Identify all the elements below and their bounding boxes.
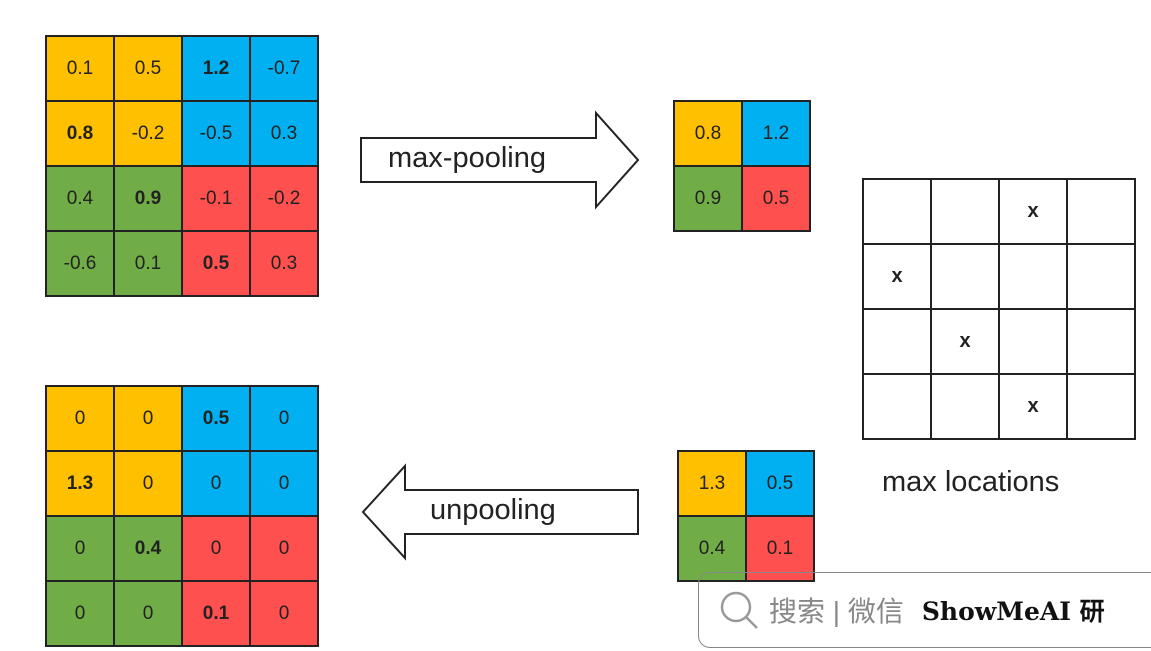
watermark: 搜索 | 微信 ShowMeAI 研 (698, 572, 1151, 648)
matrix-cell: -0.5 (182, 101, 250, 166)
input-matrix: 0.1 0.5 1.2 -0.7 0.8 -0.2 -0.5 0.3 0.4 0.9 -0.1 -0.… (45, 35, 319, 297)
watermark-brand: ShowMeAI 研 (921, 597, 1105, 626)
matrix-cell: x (931, 309, 999, 374)
matrix-cell: -0.1 (182, 166, 250, 231)
matrix-cell (931, 374, 999, 439)
matrix-cell: 0.1 (182, 581, 250, 646)
matrix-cell: x (999, 374, 1067, 439)
matrix-cell: 0.8 (674, 101, 742, 166)
matrix-cell (1067, 179, 1135, 244)
matrix-cell (863, 309, 931, 374)
matrix-cell: 0 (250, 581, 318, 646)
matrix-cell: 1.2 (742, 101, 810, 166)
matrix-cell (1067, 374, 1135, 439)
matrix-cell: 0.4 (114, 516, 182, 581)
matrix-cell: -0.2 (114, 101, 182, 166)
max-locations-label: max locations (882, 466, 1060, 498)
pooled-matrix: 0.8 1.2 0.9 0.5 (673, 100, 811, 232)
matrix-cell: 0 (46, 581, 114, 646)
matrix-cell: 0 (46, 516, 114, 581)
max-locations-matrix: xxxx (862, 178, 1136, 440)
matrix-cell: 0 (250, 386, 318, 451)
matrix-cell: x (863, 244, 931, 309)
matrix-cell (863, 374, 931, 439)
matrix-cell: 0 (114, 386, 182, 451)
matrix-cell: 0.4 (46, 166, 114, 231)
matrix-cell: 0.5 (114, 36, 182, 101)
search-icon (720, 591, 758, 629)
matrix-cell: 0.8 (46, 101, 114, 166)
matrix-cell: -0.2 (250, 166, 318, 231)
matrix-cell (999, 244, 1067, 309)
matrix-cell: -0.6 (46, 231, 114, 296)
matrix-cell: -0.7 (250, 36, 318, 101)
matrix-cell: 0 (182, 516, 250, 581)
matrix-cell (1067, 244, 1135, 309)
matrix-cell: x (999, 179, 1067, 244)
unpooling-label: unpooling (430, 494, 556, 526)
max-pooling-label: max-pooling (388, 142, 546, 174)
unpool-input-matrix: 1.3 0.5 0.4 0.1 (677, 450, 815, 582)
matrix-cell: 0.5 (182, 386, 250, 451)
matrix-cell: 0 (250, 451, 318, 516)
matrix-cell: 0.3 (250, 101, 318, 166)
matrix-cell: 0 (182, 451, 250, 516)
matrix-cell: 1.3 (678, 451, 746, 516)
matrix-cell (999, 309, 1067, 374)
matrix-cell: 0 (114, 581, 182, 646)
matrix-cell (1067, 309, 1135, 374)
watermark-search-text: 搜索 | 微信 (769, 596, 904, 627)
matrix-cell: 0.5 (182, 231, 250, 296)
matrix-cell: 0.5 (742, 166, 810, 231)
matrix-cell: 0 (46, 386, 114, 451)
matrix-cell: 0.5 (746, 451, 814, 516)
matrix-cell (863, 179, 931, 244)
unpooled-output-matrix: 0 0 0.5 0 1.3 0 0 0 0 0.4 0 0 0 0 0.1 0 (45, 385, 319, 647)
matrix-cell: 0 (114, 451, 182, 516)
matrix-cell: 1.3 (46, 451, 114, 516)
matrix-cell: 0.1 (114, 231, 182, 296)
matrix-cell: 0 (250, 516, 318, 581)
matrix-cell: 0.1 (46, 36, 114, 101)
matrix-cell: 0.9 (114, 166, 182, 231)
matrix-cell: 0.3 (250, 231, 318, 296)
matrix-cell (931, 179, 999, 244)
matrix-cell: 1.2 (182, 36, 250, 101)
matrix-cell (931, 244, 999, 309)
matrix-cell: 0.9 (674, 166, 742, 231)
